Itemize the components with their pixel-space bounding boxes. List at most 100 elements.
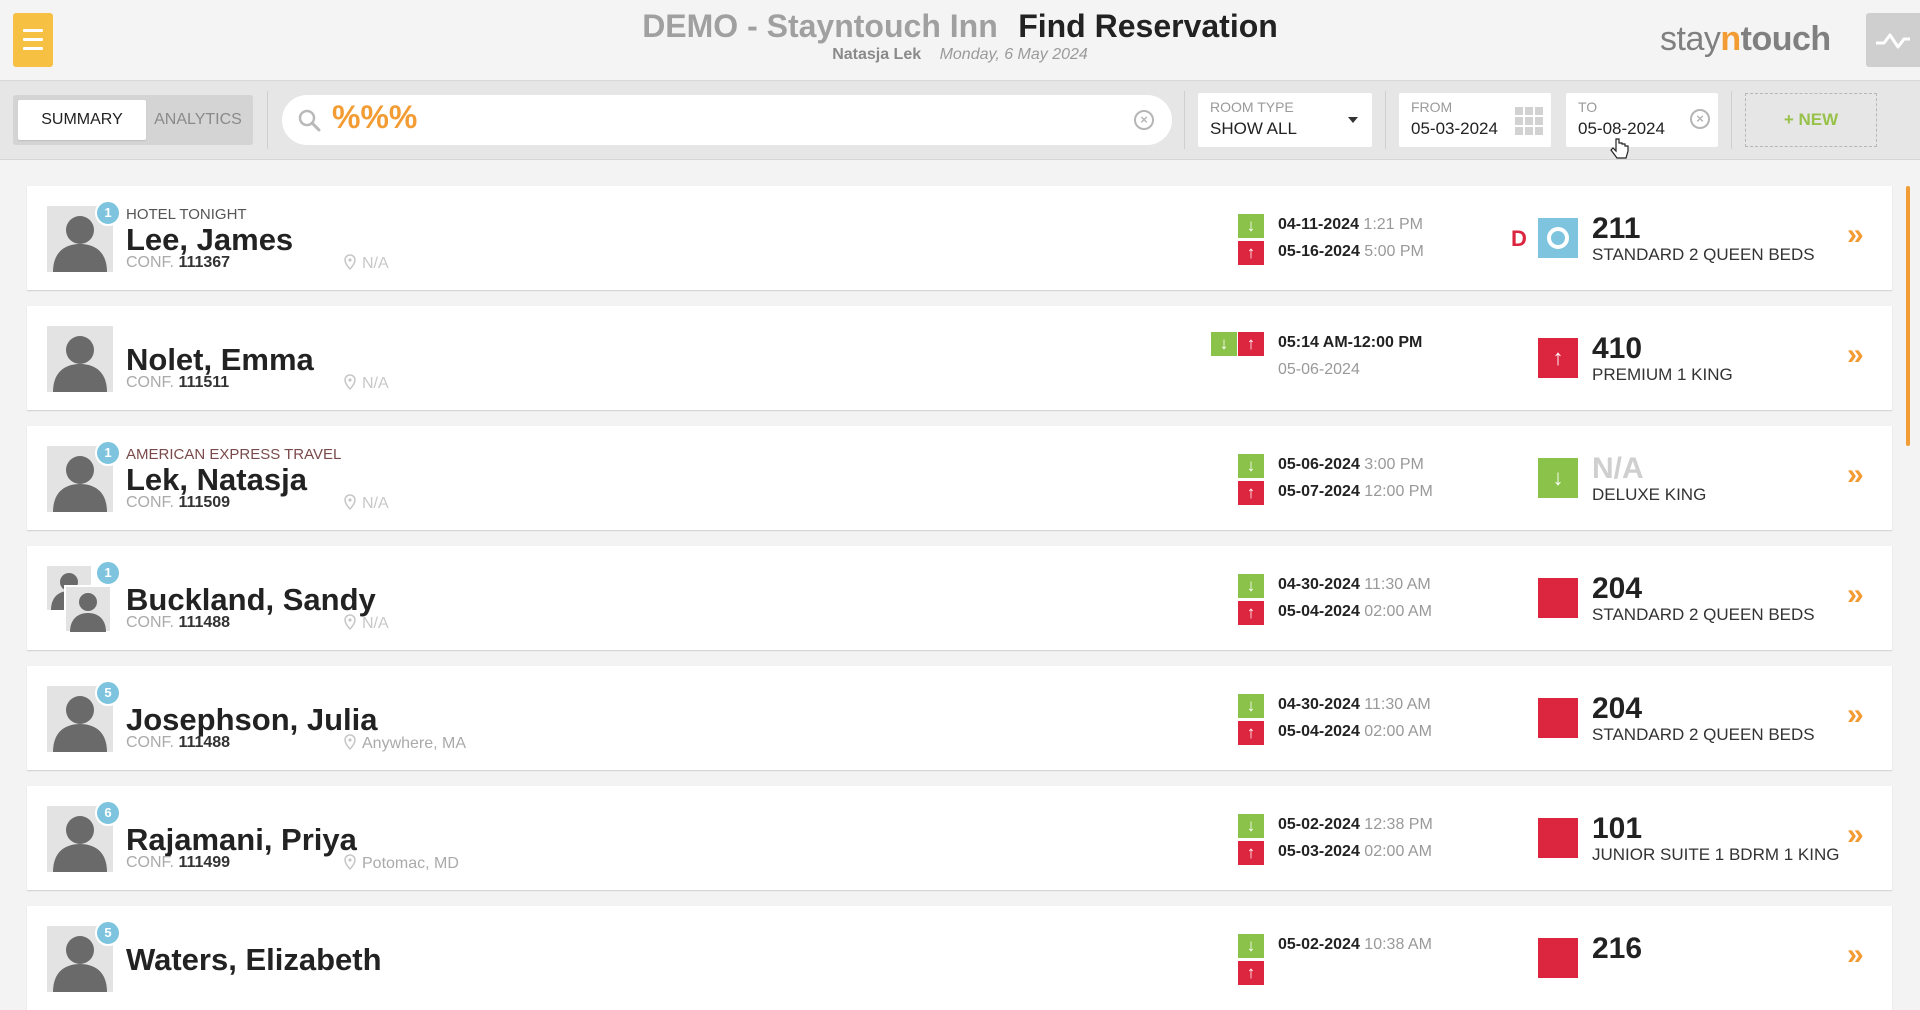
room-number: 204 (1592, 572, 1643, 605)
avatar (47, 326, 113, 392)
room-status-icon: ↓ (1538, 458, 1578, 498)
search-field[interactable]: %%% × (282, 95, 1172, 145)
guest-count-badge: 1 (95, 560, 121, 586)
reservation-row[interactable]: 5 Waters, Elizabeth ↓ ↑ 05-02-2024 10:38… (27, 906, 1892, 1010)
room-status-icon (1538, 578, 1578, 618)
room-type: STANDARD 2 QUEEN BEDS (1592, 245, 1815, 264)
guest-count-badge: 1 (95, 200, 121, 226)
top-header: DEMO - Stayntouch Inn Find Reservation N… (0, 0, 1920, 81)
arrival-datetime: 05-06-2024 3:00 PM (1278, 456, 1424, 473)
arrival-icon: ↓ (1238, 694, 1264, 718)
page-title: Find Reservation (1018, 8, 1278, 44)
arrival-icon: ↓ (1238, 454, 1264, 478)
open-reservation-icon[interactable]: » (1847, 818, 1864, 852)
departure-icon: ↑ (1238, 241, 1264, 265)
open-reservation-icon[interactable]: » (1847, 698, 1864, 732)
hand-cursor-icon (1610, 138, 1629, 159)
reservation-row[interactable]: 6 Rajamani, Priya CONF. 111499 Potomac, … (27, 786, 1892, 890)
guest-name: Lee, James (126, 222, 294, 257)
filter-toolbar: SUMMARY ANALYTICS %%% × ROOM TYPE SHOW A… (0, 81, 1920, 160)
company-name: HOTEL TONIGHT (126, 206, 247, 223)
arrival-icon: ↓ (1211, 332, 1237, 356)
guest-name: Nolet, Emma (126, 342, 314, 377)
to-label: TO (1578, 99, 1598, 115)
reservation-row[interactable]: 1 Buckland, Sandy CONF. 111488 N/A ↓ ↑ 0… (27, 546, 1892, 650)
tab-analytics[interactable]: ANALYTICS (148, 100, 248, 140)
guest-location: Potomac, MD (344, 854, 459, 873)
guest-name: Buckland, Sandy (126, 582, 376, 617)
reservation-row[interactable]: 1 AMERICAN EXPRESS TRAVEL Lek, Natasja C… (27, 426, 1892, 530)
search-input[interactable]: %%% (332, 99, 417, 136)
departure-datetime: 05-04-2024 02:00 AM (1278, 723, 1432, 740)
reservation-row[interactable]: Nolet, Emma CONF. 111511 N/A ↓ ↑ 05:14 A… (27, 306, 1892, 410)
search-icon (298, 109, 321, 132)
room-number: N/A (1592, 452, 1644, 485)
new-reservation-button[interactable]: + NEW (1745, 93, 1877, 147)
departure-icon: ↑ (1238, 841, 1264, 865)
activity-button[interactable] (1866, 13, 1920, 67)
guest-count-badge: 1 (95, 440, 121, 466)
guest-name: Josephson, Julia (126, 702, 378, 737)
guest-location: Anywhere, MA (344, 734, 466, 753)
reservation-row[interactable]: 5 Josephson, Julia CONF. 111488 Anywhere… (27, 666, 1892, 770)
arrival-icon: ↓ (1238, 214, 1264, 238)
open-reservation-icon[interactable]: » (1847, 578, 1864, 612)
location-pin-icon (344, 254, 356, 271)
brand-logo: stayntouch (1660, 20, 1831, 58)
from-date-field[interactable]: FROM 05-03-2024 (1399, 93, 1551, 147)
list-scrollbar[interactable] (1906, 186, 1910, 446)
room-status-icon (1538, 218, 1578, 258)
guest-location: N/A (344, 614, 389, 633)
confirmation-number: CONF. 111509 (126, 494, 231, 511)
view-toggle: SUMMARY ANALYTICS (13, 95, 253, 145)
room-type: STANDARD 2 QUEEN BEDS (1592, 725, 1815, 744)
arrival-icon: ↓ (1238, 814, 1264, 838)
clear-date-icon[interactable]: × (1690, 109, 1710, 129)
room-type: DELUXE KING (1592, 485, 1707, 504)
room-status-icon: ↑ (1538, 338, 1578, 378)
room-type: PREMIUM 1 KING (1592, 365, 1733, 384)
arrival-datetime: 04-30-2024 11:30 AM (1278, 696, 1431, 713)
from-label: FROM (1411, 99, 1453, 115)
room-number: 211 (1592, 212, 1641, 245)
arrival-icon: ↓ (1238, 934, 1264, 958)
location-pin-icon (344, 614, 356, 631)
departure-datetime: 05-04-2024 02:00 AM (1278, 603, 1432, 620)
guest-name: Lek, Natasja (126, 462, 307, 497)
divider (1184, 91, 1185, 149)
room-type: STANDARD 2 QUEEN BEDS (1592, 605, 1815, 624)
room-type-value: SHOW ALL (1210, 119, 1297, 138)
room-number: 216 (1592, 932, 1643, 965)
open-reservation-icon[interactable]: » (1847, 938, 1864, 972)
room-type-label: ROOM TYPE (1210, 99, 1294, 115)
departure-icon: ↑ (1238, 721, 1264, 745)
due-out-flag: D (1511, 226, 1527, 251)
room-number: 204 (1592, 692, 1643, 725)
departure-icon: ↑ (1238, 601, 1264, 625)
open-reservation-icon[interactable]: » (1847, 338, 1864, 372)
tab-summary[interactable]: SUMMARY (18, 100, 146, 140)
to-date-field[interactable]: TO 05-08-2024 × (1566, 93, 1718, 147)
room-status-icon (1538, 938, 1578, 978)
calendar-icon[interactable] (1515, 107, 1543, 135)
open-reservation-icon[interactable]: » (1847, 218, 1864, 252)
divider (267, 91, 268, 149)
departure-datetime: 05-07-2024 12:00 PM (1278, 483, 1433, 500)
arrival-datetime: 04-30-2024 11:30 AM (1278, 576, 1431, 593)
room-type-select[interactable]: ROOM TYPE SHOW ALL (1198, 93, 1372, 147)
chevron-down-icon (1348, 117, 1358, 123)
confirmation-number: CONF. 111499 (126, 854, 231, 871)
room-status-icon (1538, 698, 1578, 738)
open-reservation-icon[interactable]: » (1847, 458, 1864, 492)
company-name: AMERICAN EXPRESS TRAVEL (126, 446, 342, 463)
arrival-datetime: 04-11-2024 1:21 PM (1278, 216, 1424, 233)
guest-count-badge: 5 (95, 680, 121, 706)
arrival-datetime: 05-02-2024 12:38 PM (1278, 816, 1433, 833)
clear-search-icon[interactable]: × (1134, 110, 1154, 130)
hotel-name: DEMO - Stayntouch Inn (642, 8, 998, 44)
guest-name: Rajamani, Priya (126, 822, 357, 857)
reservation-row[interactable]: 1 HOTEL TONIGHT Lee, James CONF. 111367 … (27, 186, 1892, 290)
location-pin-icon (344, 374, 356, 391)
guest-location: N/A (344, 374, 389, 393)
user-name: Natasja Lek (832, 46, 922, 63)
